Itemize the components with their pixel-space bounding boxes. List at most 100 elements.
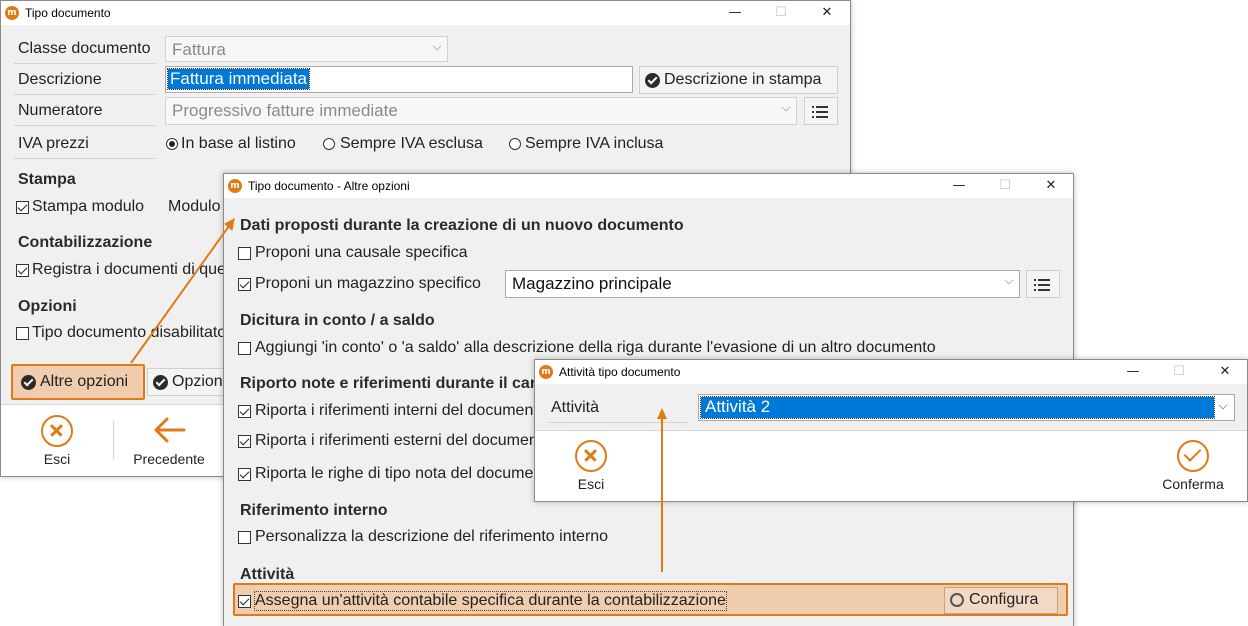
modulo-label: Modulo xyxy=(168,198,221,215)
iva-option-listino[interactable]: In base al listino xyxy=(181,135,296,153)
stampa-modulo-label[interactable]: Stampa modulo xyxy=(32,198,144,216)
disabilitato-checkbox[interactable] xyxy=(16,327,29,340)
classe-documento-label: Classe documento xyxy=(18,40,151,57)
iva-option-inclusa[interactable]: Sempre IVA inclusa xyxy=(525,135,663,153)
classe-documento-value: Fattura xyxy=(172,40,226,59)
chevron-down-icon xyxy=(1004,275,1014,285)
divider xyxy=(14,158,156,159)
iva-radio-esclusa[interactable] xyxy=(323,138,335,150)
close-icon[interactable]: ✕ xyxy=(804,1,850,25)
magazzino-list-button[interactable] xyxy=(1026,270,1060,298)
descrizione-label: Descrizione xyxy=(18,71,102,88)
descrizione-in-stampa-label: Descrizione in stampa xyxy=(664,71,822,88)
footer-toolbar: Esci Conferma xyxy=(535,430,1247,501)
chevron-down-icon xyxy=(781,102,791,112)
magazzino-value: Magazzino principale xyxy=(512,274,672,293)
magazzino-checkbox[interactable] xyxy=(238,278,251,291)
righe-nota-checkbox[interactable] xyxy=(238,468,251,481)
numeratore-label: Numeratore xyxy=(18,102,103,119)
righe-nota-label[interactable]: Riporta le righe di tipo nota del docume… xyxy=(255,465,542,483)
contabilizzazione-section-title: Contabilizzazione xyxy=(18,234,153,251)
dati-section-title: Dati proposti durante la creazione di un… xyxy=(240,217,684,234)
riporto-section-title: Riporto note e riferimenti durante il ca… xyxy=(240,375,541,392)
altre-opzioni-button[interactable]: Altre opzioni xyxy=(15,368,141,396)
maximize-icon[interactable]: ☐ xyxy=(982,174,1028,198)
configura-label: Configura xyxy=(969,591,1039,608)
aggiungi-checkbox[interactable] xyxy=(238,342,251,355)
attivita-select[interactable]: Attività 2 xyxy=(698,394,1235,421)
riferimenti-esterni-checkbox[interactable] xyxy=(238,435,251,448)
titlebar: m Attività tipo documento — ☐ ✕ xyxy=(535,360,1247,384)
window-title: Tipo documento xyxy=(25,6,111,20)
numeratore-list-button[interactable] xyxy=(804,97,838,125)
attivita-label: Attività xyxy=(551,399,600,416)
registra-checkbox[interactable] xyxy=(16,264,29,277)
disabilitato-label[interactable]: Tipo documento disabilitato xyxy=(32,324,226,342)
close-icon[interactable]: ✕ xyxy=(1202,360,1247,384)
opzioni-label: Opzioni xyxy=(172,373,227,390)
dicitura-section-title: Dicitura in conto / a saldo xyxy=(240,312,435,329)
altre-opzioni-label: Altre opzioni xyxy=(40,373,129,390)
check-circle-icon xyxy=(153,375,168,390)
app-logo-icon: m xyxy=(5,6,19,20)
maximize-icon[interactable]: ☐ xyxy=(758,1,804,25)
app-logo-icon: m xyxy=(539,365,553,379)
configura-button[interactable]: Configura xyxy=(944,587,1058,614)
divider xyxy=(14,125,156,126)
esci-button-label[interactable]: Esci xyxy=(565,476,617,492)
minimize-icon[interactable]: — xyxy=(712,1,758,25)
personalizza-label[interactable]: Personalizza la descrizione del riferime… xyxy=(255,528,608,546)
window-title: Attività tipo documento xyxy=(559,365,681,379)
footer-separator xyxy=(113,421,114,459)
window-attivita-tipo-documento: m Attività tipo documento — ☐ ✕ Attività… xyxy=(534,359,1248,502)
titlebar: m Tipo documento — ☐ ✕ xyxy=(1,1,850,25)
registra-label[interactable]: Registra i documenti di ques xyxy=(32,261,234,279)
riferimenti-interni-label[interactable]: Riporta i riferimenti interni del docume… xyxy=(255,402,547,420)
aggiungi-label[interactable]: Aggiungi 'in conto' o 'a saldo' alla des… xyxy=(255,339,936,357)
divider xyxy=(14,94,156,95)
check-circle-icon xyxy=(21,375,36,390)
minimize-icon[interactable]: — xyxy=(936,174,982,198)
assegna-label[interactable]: Assegna un'attività contabile specifica … xyxy=(254,591,727,611)
titlebar: m Tipo documento - Altre opzioni — ☐ ✕ xyxy=(224,174,1073,198)
numeratore-select[interactable]: Progressivo fatture immediate xyxy=(165,97,797,125)
riferimenti-interni-checkbox[interactable] xyxy=(238,405,251,418)
arrow-left-icon[interactable] xyxy=(151,415,187,445)
assegna-checkbox[interactable] xyxy=(238,595,251,608)
opzioni-section-title: Opzioni xyxy=(18,298,77,315)
esci-icon[interactable] xyxy=(575,440,607,472)
conferma-button-label[interactable]: Conferma xyxy=(1155,476,1231,492)
chevron-down-icon xyxy=(1218,400,1228,410)
personalizza-checkbox[interactable] xyxy=(238,531,251,544)
riferimento-section-title: Riferimento interno xyxy=(240,502,388,519)
maximize-icon[interactable]: ☐ xyxy=(1156,360,1202,384)
chevron-down-icon xyxy=(432,41,442,51)
stampa-section-title: Stampa xyxy=(18,171,76,188)
divider xyxy=(548,422,688,423)
precedente-button-label[interactable]: Precedente xyxy=(127,451,211,467)
descrizione-in-stampa-button[interactable]: Descrizione in stampa xyxy=(639,66,838,94)
esci-button-label[interactable]: Esci xyxy=(31,451,83,467)
attivita-section-title: Attività xyxy=(240,566,295,583)
descrizione-value: Fattura immediata xyxy=(167,68,310,90)
divider xyxy=(14,63,156,64)
causale-label[interactable]: Proponi una causale specifica xyxy=(255,244,468,262)
close-icon[interactable]: ✕ xyxy=(1028,174,1073,198)
classe-documento-select[interactable]: Fattura xyxy=(165,36,448,62)
magazzino-label[interactable]: Proponi un magazzino specifico xyxy=(255,275,481,293)
window-title: Tipo documento - Altre opzioni xyxy=(248,179,410,193)
riferimenti-esterni-label[interactable]: Riporta i riferimenti esterni del docume… xyxy=(255,432,542,450)
causale-checkbox[interactable] xyxy=(238,247,251,260)
iva-radio-inclusa[interactable] xyxy=(509,138,521,150)
attivita-value: Attività 2 xyxy=(700,396,1215,419)
numeratore-value: Progressivo fatture immediate xyxy=(172,101,398,120)
descrizione-input[interactable]: Fattura immediata xyxy=(165,66,633,93)
magazzino-select[interactable]: Magazzino principale xyxy=(505,270,1020,298)
esci-icon[interactable] xyxy=(41,415,73,447)
conferma-icon[interactable] xyxy=(1177,440,1209,472)
stampa-modulo-checkbox[interactable] xyxy=(16,201,29,214)
iva-radio-listino[interactable] xyxy=(166,138,178,150)
iva-option-esclusa[interactable]: Sempre IVA esclusa xyxy=(340,135,483,153)
app-logo-icon: m xyxy=(228,179,242,193)
minimize-icon[interactable]: — xyxy=(1110,360,1156,384)
